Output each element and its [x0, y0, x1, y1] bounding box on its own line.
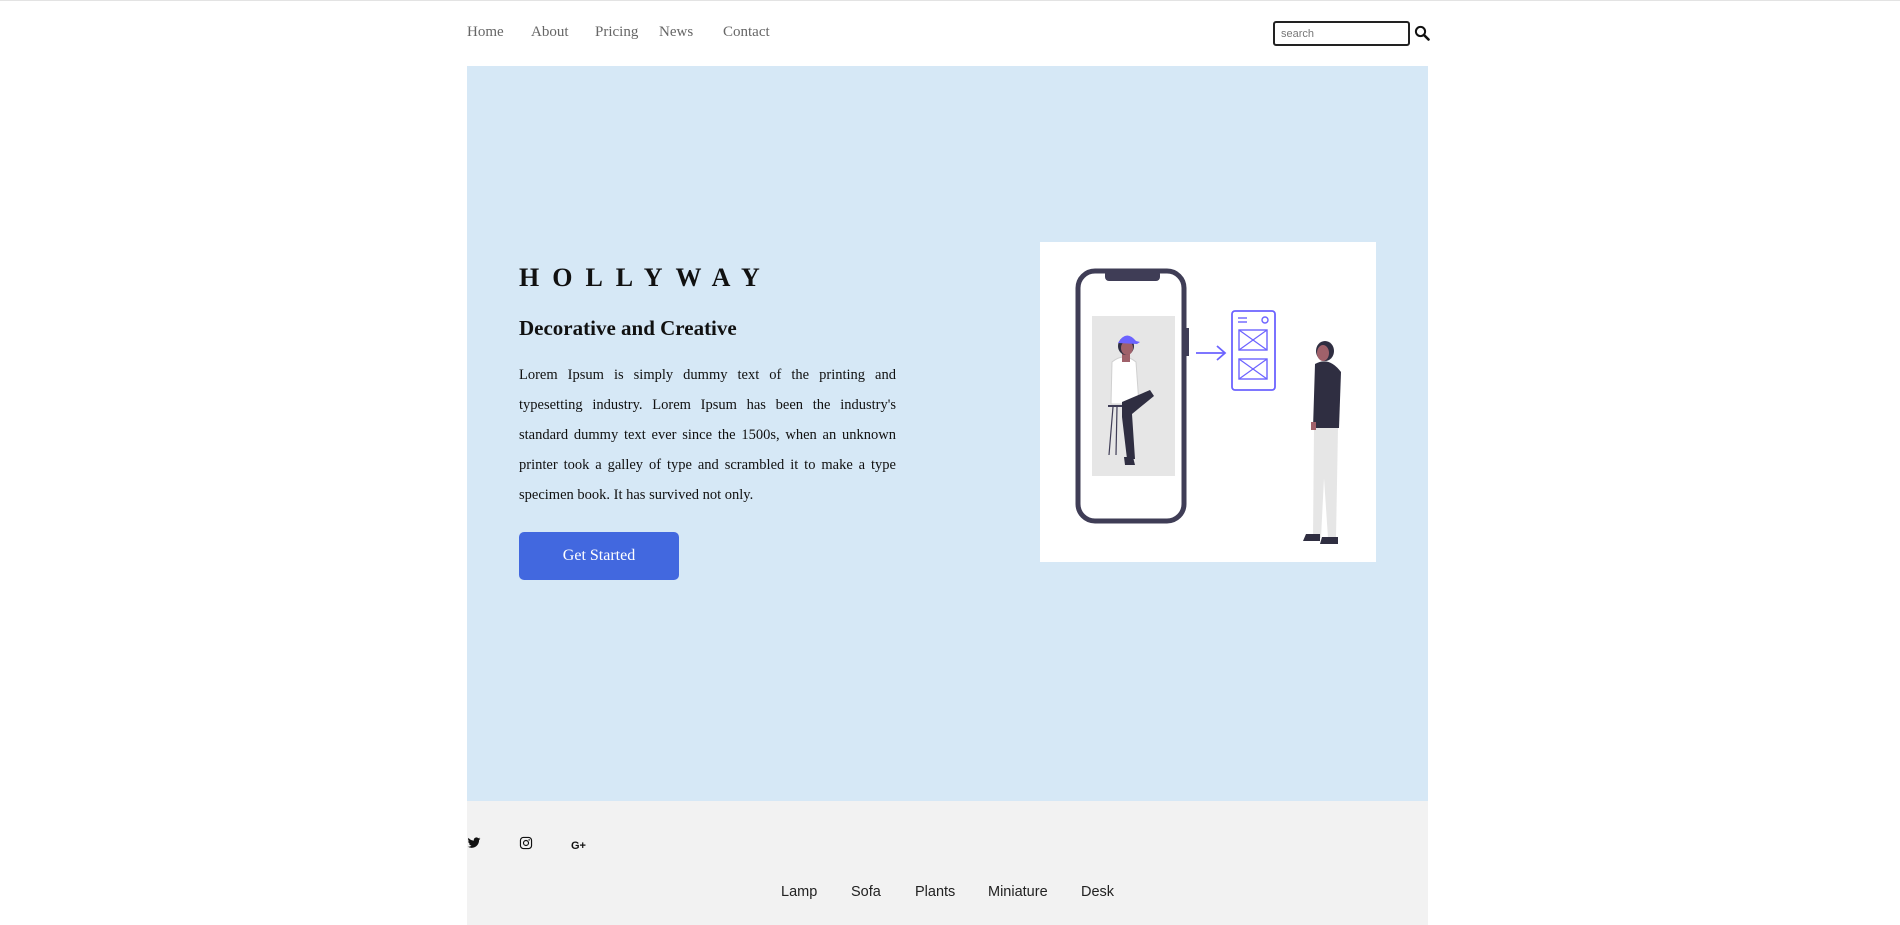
hero-description: Lorem Ipsum is simply dummy text of the …: [519, 367, 896, 503]
google-plus-icon: G+: [571, 840, 586, 852]
nav-home[interactable]: Home: [467, 24, 504, 41]
nav-news[interactable]: News: [659, 24, 693, 41]
brand-title: HOLLYWAY: [519, 263, 773, 292]
hero-text-block: HOLLYWAY Decorative and Creative Lorem I…: [519, 262, 896, 510]
twitter-icon: [467, 837, 481, 848]
footer: G+ Lamp Sofa Plants Miniature Desk: [467, 801, 1428, 925]
footer-link-miniature[interactable]: Miniature: [988, 884, 1048, 900]
twitter-link[interactable]: [467, 836, 481, 850]
footer-link-lamp[interactable]: Lamp: [781, 884, 817, 900]
search-input[interactable]: [1273, 21, 1410, 46]
top-nav: Home About Pricing News Contact: [467, 1, 1430, 66]
footer-link-sofa[interactable]: Sofa: [851, 884, 881, 900]
hero-illustration: [1040, 242, 1376, 562]
nav-about[interactable]: About: [531, 24, 569, 41]
footer-link-desk[interactable]: Desk: [1081, 884, 1114, 900]
hero-subtitle: Decorative and Creative: [519, 316, 737, 340]
instagram-icon: [519, 836, 533, 850]
get-started-button[interactable]: Get Started: [519, 532, 679, 580]
google-plus-link[interactable]: G+: [571, 836, 591, 852]
footer-link-plants[interactable]: Plants: [915, 884, 955, 900]
nav-contact[interactable]: Contact: [723, 24, 770, 41]
hero-section: HOLLYWAY Decorative and Creative Lorem I…: [467, 66, 1428, 801]
nav-pricing[interactable]: Pricing: [595, 24, 638, 41]
search-button[interactable]: [1414, 25, 1430, 41]
instagram-link[interactable]: [519, 836, 533, 850]
magnifier-icon: [1414, 25, 1430, 41]
phone-wireframe-illustration: [1075, 268, 1341, 544]
